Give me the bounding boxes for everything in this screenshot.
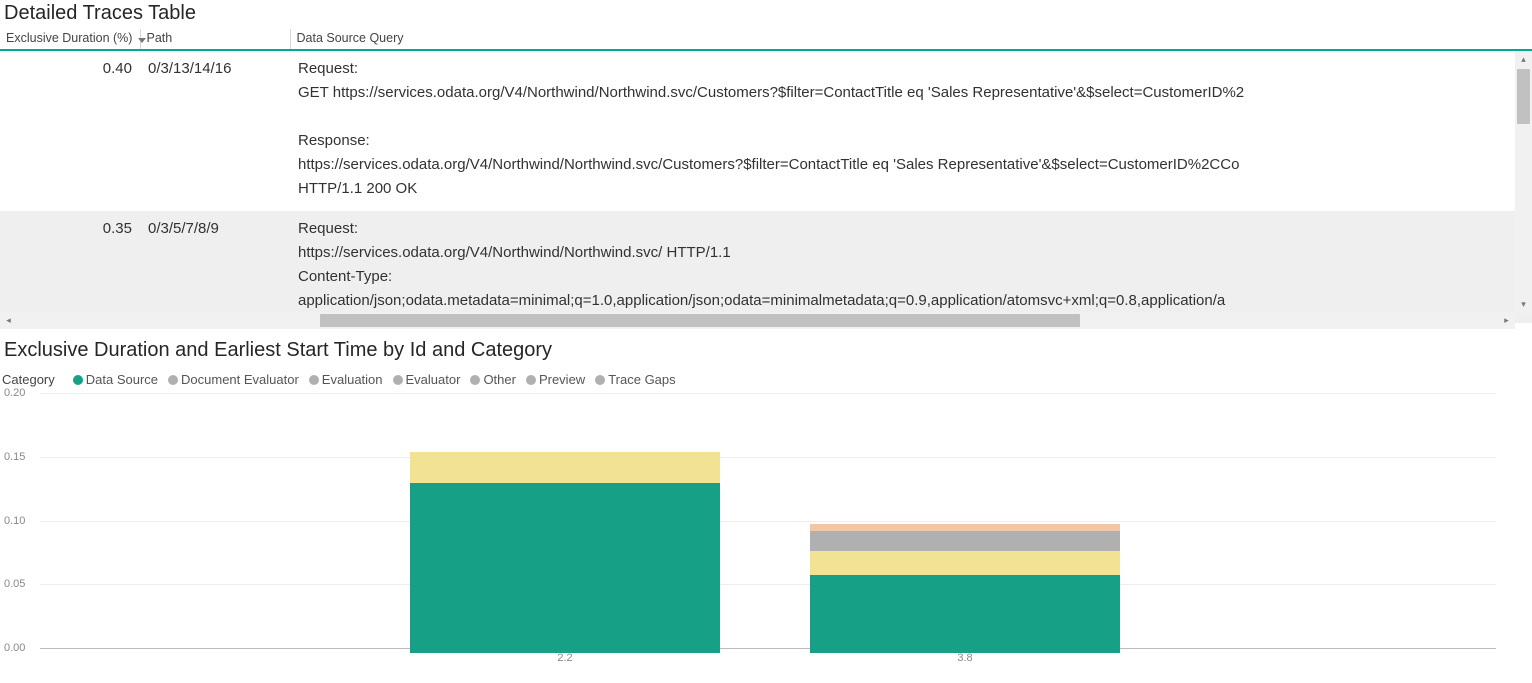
bar-segment[interactable]: [810, 551, 1120, 575]
table-title: Detailed Traces Table: [0, 0, 1532, 29]
col-header-duration-label: Exclusive Duration (%): [6, 31, 132, 45]
bar-segment[interactable]: [410, 452, 720, 484]
chart-title: Exclusive Duration and Earliest Start Ti…: [0, 337, 1532, 366]
bar-segment[interactable]: [810, 575, 1120, 653]
legend-swatch-icon: [595, 375, 605, 385]
legend-title: Category: [2, 372, 55, 387]
y-tick-label: 0.00: [4, 642, 36, 654]
table-row[interactable]: 0.350/3/5/7/8/9Request: https://services…: [0, 211, 1532, 323]
traces-table-viewport: Exclusive Duration (%) Path Data Source …: [0, 29, 1532, 329]
vertical-scrollbar[interactable]: ▴ ▾: [1515, 51, 1532, 313]
legend-swatch-icon: [309, 375, 319, 385]
table-row[interactable]: 0.400/3/13/14/16Request: GET https://ser…: [0, 50, 1532, 211]
scroll-left-icon[interactable]: ◂: [0, 312, 17, 329]
col-header-query[interactable]: Data Source Query: [290, 29, 1532, 50]
traces-table: Exclusive Duration (%) Path Data Source …: [0, 29, 1532, 323]
col-header-duration[interactable]: Exclusive Duration (%): [0, 29, 140, 50]
legend-item[interactable]: Data Source: [65, 372, 158, 387]
x-tick-label: 3.8: [957, 648, 972, 664]
cell-query: Request: https://services.odata.org/V4/N…: [290, 211, 1532, 323]
y-tick-label: 0.15: [4, 451, 36, 463]
legend-swatch-icon: [393, 375, 403, 385]
bar-segment[interactable]: [810, 524, 1120, 530]
legend-item[interactable]: Other: [462, 372, 516, 387]
horizontal-scrollbar[interactable]: ◂ ▸: [0, 312, 1515, 329]
col-header-path[interactable]: Path: [140, 29, 290, 50]
cell-query: Request: GET https://services.odata.org/…: [290, 50, 1532, 211]
cell-duration: 0.40: [0, 50, 140, 211]
y-tick-label: 0.10: [4, 515, 36, 527]
legend-swatch-icon: [168, 375, 178, 385]
legend-swatch-icon: [73, 375, 83, 385]
horizontal-scroll-thumb[interactable]: [320, 314, 1080, 327]
scroll-right-icon[interactable]: ▸: [1498, 312, 1515, 329]
legend-swatch-icon: [526, 375, 536, 385]
legend-item[interactable]: Evaluator: [385, 372, 461, 387]
legend-item[interactable]: Document Evaluator: [160, 372, 299, 387]
bar-segment[interactable]: [810, 531, 1120, 551]
legend-item[interactable]: Preview: [518, 372, 585, 387]
chart-plot-area: 0.000.050.100.150.20 2.23.8: [4, 393, 1496, 653]
bar-group[interactable]: [810, 398, 1120, 653]
cell-path: 0/3/5/7/8/9: [140, 211, 290, 323]
legend-item[interactable]: Evaluation: [301, 372, 383, 387]
bar-segment[interactable]: [410, 483, 720, 653]
cell-duration: 0.35: [0, 211, 140, 323]
scroll-down-icon[interactable]: ▾: [1515, 296, 1532, 313]
bar-group[interactable]: [410, 398, 720, 653]
sort-descending-icon: [138, 38, 146, 43]
chart-legend: Category Data SourceDocument EvaluatorEv…: [0, 366, 1532, 393]
cell-path: 0/3/13/14/16: [140, 50, 290, 211]
legend-item[interactable]: Trace Gaps: [587, 372, 675, 387]
y-tick-label: 0.20: [4, 387, 36, 399]
vertical-scroll-thumb[interactable]: [1517, 69, 1530, 124]
y-tick-label: 0.05: [4, 578, 36, 590]
scroll-up-icon[interactable]: ▴: [1515, 51, 1532, 68]
legend-swatch-icon: [470, 375, 480, 385]
x-tick-label: 2.2: [557, 648, 572, 664]
